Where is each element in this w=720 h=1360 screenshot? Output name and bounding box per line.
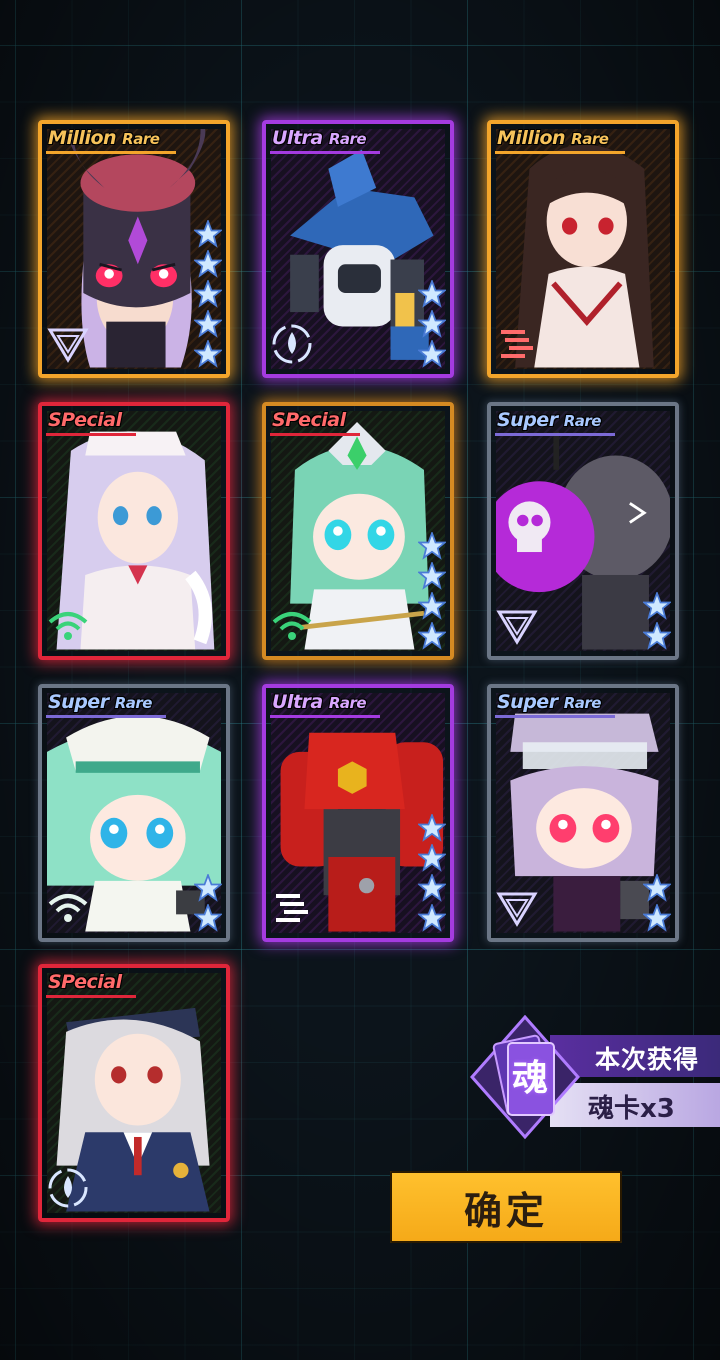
soul-card-glyph: 魂 (511, 1058, 548, 1099)
star-icon (418, 592, 446, 620)
wifi-class-icon (272, 612, 312, 640)
label-underline (495, 151, 625, 154)
star-icon (194, 280, 222, 308)
triangle-class-icon (47, 328, 89, 363)
rarity-label: Million Rare (497, 127, 609, 149)
rarity-label: Ultra Rare (272, 691, 367, 713)
rarity-label: Million Rare (48, 127, 160, 149)
label-underline (46, 433, 136, 436)
reward-count: 魂卡x3 (588, 1094, 675, 1124)
star-icon (643, 904, 671, 932)
card-special-1[interactable]: SPecial (38, 402, 230, 660)
star-rating (418, 280, 446, 368)
star-icon (194, 340, 222, 368)
star-icon (194, 220, 222, 248)
card-super-rare-1[interactable]: Super Rare (487, 402, 679, 660)
label-underline (495, 715, 615, 718)
drop-class-icon (48, 1168, 88, 1208)
card-special-2[interactable]: SPecial (262, 402, 454, 660)
star-rating (194, 220, 222, 368)
rarity-label: Super Rare (497, 409, 601, 431)
star-icon (194, 904, 222, 932)
star-icon (194, 250, 222, 278)
card-super-rare-2[interactable]: Super Rare (38, 684, 230, 942)
label-underline (495, 433, 615, 436)
star-icon (418, 874, 446, 902)
star-icon (643, 592, 671, 620)
star-icon (194, 874, 222, 902)
star-icon (418, 622, 446, 650)
label-underline (270, 151, 380, 154)
rarity-label: Super Rare (48, 691, 152, 713)
drop-class-icon (272, 324, 312, 364)
card-million-rare-1[interactable]: Million Rare (38, 120, 230, 378)
card-ultra-rare-2[interactable]: Ultra Rare (262, 684, 454, 942)
star-rating (418, 532, 446, 650)
star-icon (194, 310, 222, 338)
label-underline (46, 151, 176, 154)
claw-class-icon (501, 330, 533, 358)
card-ultra-rare-1[interactable]: Ultra Rare (262, 120, 454, 378)
card-million-rare-2[interactable]: Million Rare (487, 120, 679, 378)
star-icon (418, 532, 446, 560)
card-special-3[interactable]: SPecial (38, 964, 230, 1222)
confirm-button-label: 确定 (463, 1188, 548, 1233)
star-icon (643, 622, 671, 650)
label-underline (270, 715, 380, 718)
star-icon (418, 562, 446, 590)
star-icon (643, 874, 671, 902)
label-underline (46, 995, 136, 998)
star-rating (194, 874, 222, 932)
triangle-class-icon (496, 892, 538, 927)
star-icon (418, 904, 446, 932)
wifi-class-icon (48, 612, 88, 640)
label-underline (46, 715, 166, 718)
star-rating (643, 592, 671, 650)
soul-card-reward-panel: 魂 本次获得 魂卡x3 (470, 1015, 720, 1140)
claw-class-icon (276, 894, 308, 922)
rarity-label: Super Rare (497, 691, 601, 713)
rarity-label: SPecial (48, 971, 122, 993)
star-icon (418, 844, 446, 872)
rarity-label: SPecial (272, 409, 346, 431)
triangle-class-icon (496, 610, 538, 645)
label-underline (270, 433, 360, 436)
star-rating (643, 874, 671, 932)
star-icon (418, 280, 446, 308)
wifi-class-icon (48, 894, 88, 922)
rarity-label: Ultra Rare (272, 127, 367, 149)
confirm-button[interactable]: 确定 (390, 1171, 622, 1243)
reward-title: 本次获得 (595, 1045, 700, 1074)
star-icon (418, 340, 446, 368)
card-super-rare-3[interactable]: Super Rare (487, 684, 679, 942)
star-rating (418, 814, 446, 932)
star-icon (418, 310, 446, 338)
rarity-label: SPecial (48, 409, 122, 431)
star-icon (418, 814, 446, 842)
